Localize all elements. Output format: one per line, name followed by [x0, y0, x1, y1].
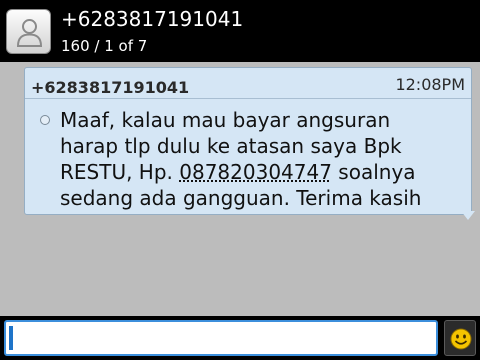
conversation-area[interactable]: +6283817191041 12:08PM Maaf, kalau mau b… — [0, 62, 480, 316]
message-text: sedang ada gangguan. Terima kasih — [60, 186, 422, 210]
message-counter: 160 / 1 of 7 — [61, 37, 148, 55]
emoji-button[interactable] — [444, 320, 476, 356]
contact-avatar[interactable] — [6, 9, 51, 54]
message-header: +6283817191041 12:08PM — [25, 68, 471, 99]
sent-status-dot-icon — [40, 115, 50, 125]
phone-number-link[interactable]: 087820304747 — [179, 160, 332, 184]
message-bubble[interactable]: +6283817191041 12:08PM Maaf, kalau mau b… — [24, 67, 472, 215]
contact-number: +6283817191041 — [61, 7, 244, 31]
bubble-tail — [461, 211, 475, 220]
message-text: harap tlp dulu ke atasan saya Bpk — [60, 134, 402, 158]
message-text: soalnya — [331, 160, 416, 184]
message-sender: +6283817191041 — [31, 78, 190, 97]
message-line: harap tlp dulu ke atasan saya Bpk — [60, 133, 421, 159]
compose-input[interactable] — [4, 320, 438, 356]
text-cursor — [9, 326, 13, 350]
message-line: sedang ada gangguan. Terima kasih — [60, 185, 421, 211]
message-text: RESTU, Hp. — [60, 160, 180, 184]
message-text: Maaf, kalau mau bayar angsuran — [60, 108, 391, 132]
contact-header: +6283817191041 160 / 1 of 7 — [0, 0, 480, 62]
message-body: Maaf, kalau mau bayar angsuran harap tlp… — [60, 107, 421, 211]
message-time: 12:08PM — [395, 75, 465, 94]
contact-silhouette-icon — [16, 19, 43, 47]
message-line: RESTU, Hp. 087820304747 soalnya — [60, 159, 421, 185]
smiley-icon — [450, 328, 472, 350]
compose-bar — [0, 316, 480, 360]
message-line: Maaf, kalau mau bayar angsuran — [60, 107, 421, 133]
